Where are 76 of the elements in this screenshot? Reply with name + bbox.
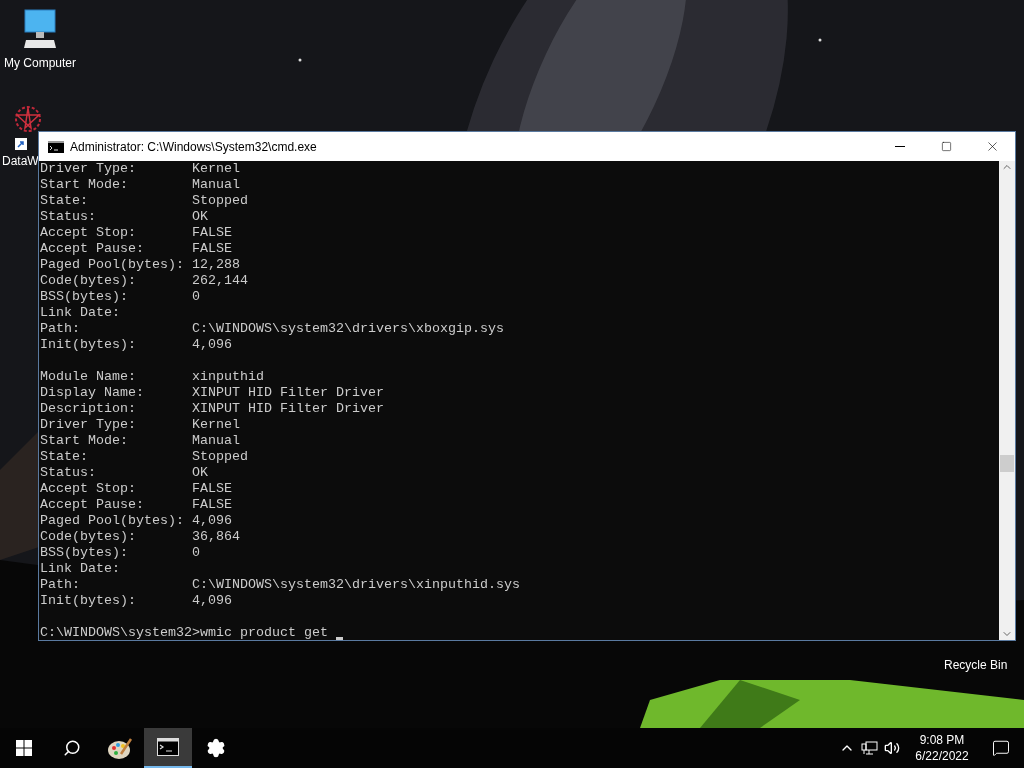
- icon-label[interactable]: DataW: [2, 152, 39, 170]
- field-value: 262,144: [192, 273, 248, 289]
- field-value: xinputhid: [192, 369, 264, 385]
- field-value: 4,096: [192, 513, 232, 529]
- field-label: Link Date:: [40, 561, 121, 577]
- console-icon: [48, 140, 64, 153]
- field-value: 4,096: [192, 593, 232, 609]
- taskbar-button[interactable]: [144, 728, 192, 768]
- field-value: C:\WINDOWS\system32\drivers\xinputhid.sys: [192, 577, 520, 593]
- speaker-icon[interactable]: [884, 740, 900, 756]
- network-icon[interactable]: [861, 741, 878, 755]
- field-value: Manual: [192, 177, 240, 193]
- field-value: OK: [192, 465, 208, 481]
- field-value: FALSE: [192, 241, 232, 257]
- field-value: C:\WINDOWS\system32\drivers\xboxgip.sys: [192, 321, 504, 337]
- field-value: 0: [192, 289, 200, 305]
- field-label: Start Mode:: [40, 433, 129, 449]
- field-value: 0: [192, 545, 200, 561]
- field-label: Paged Pool(bytes):: [40, 257, 185, 273]
- field-label: Module Name:: [40, 369, 137, 385]
- field-label: State:: [40, 449, 89, 465]
- field-label: State:: [40, 193, 89, 209]
- field-label: Path:: [40, 321, 81, 337]
- field-value: FALSE: [192, 225, 232, 241]
- field-label: Paged Pool(bytes):: [40, 513, 185, 529]
- console-icon: [157, 738, 179, 756]
- field-value: Kernel: [192, 161, 240, 177]
- field-label: Init(bytes):: [40, 593, 137, 609]
- field-label: Description:: [40, 401, 137, 417]
- icon-label[interactable]: My Computer: [4, 54, 76, 72]
- text-cursor: [335, 637, 343, 640]
- search-icon: [63, 739, 81, 757]
- scroll-thumb[interactable]: [1000, 455, 1014, 472]
- field-value: FALSE: [192, 481, 232, 497]
- computer-icon[interactable]: [22, 8, 58, 50]
- starburst-icon[interactable]: [15, 106, 41, 152]
- clock-date[interactable]: 6/22/2022: [915, 748, 969, 764]
- field-label: Driver Type:: [40, 161, 137, 177]
- field-label: Driver Type:: [40, 417, 137, 433]
- field-label: Code(bytes):: [40, 273, 137, 289]
- field-value: FALSE: [192, 497, 232, 513]
- field-value: Stopped: [192, 193, 248, 209]
- palette-icon: [107, 736, 133, 760]
- field-label: Display Name:: [40, 385, 145, 401]
- field-label: Status:: [40, 209, 97, 225]
- field-label: Init(bytes):: [40, 337, 137, 353]
- minimize-icon: [895, 146, 905, 147]
- field-value: XINPUT HID Filter Driver: [192, 401, 384, 417]
- gear-icon: [206, 738, 226, 758]
- field-value: XINPUT HID Filter Driver: [192, 385, 384, 401]
- scrollbar[interactable]: [999, 161, 1015, 640]
- field-label: Accept Stop:: [40, 225, 137, 241]
- field-label: Accept Pause:: [40, 241, 145, 257]
- speech-bubble-icon: [992, 739, 1010, 757]
- field-value: 36,864: [192, 529, 240, 545]
- clock-time[interactable]: 9:08 PM: [919, 732, 965, 748]
- field-label: BSS(bytes):: [40, 545, 129, 561]
- field-value: Stopped: [192, 449, 248, 465]
- field-label: BSS(bytes):: [40, 289, 129, 305]
- field-label: Link Date:: [40, 305, 121, 321]
- field-label: Code(bytes):: [40, 529, 137, 545]
- field-value: 12,288: [192, 257, 240, 273]
- field-label: Path:: [40, 577, 81, 593]
- field-label: Accept Stop:: [40, 481, 137, 497]
- maximize-icon: [940, 141, 952, 152]
- windows-logo-icon: [16, 740, 32, 756]
- field-label: Start Mode:: [40, 177, 129, 193]
- field-value: 4,096: [192, 337, 232, 353]
- command-prompt[interactable]: C:\WINDOWS\system32>wmic product get: [40, 625, 328, 640]
- field-value: Manual: [192, 433, 240, 449]
- field-value: Kernel: [192, 417, 240, 433]
- field-value: OK: [192, 209, 208, 225]
- field-label: Status:: [40, 465, 97, 481]
- field-label: Accept Pause:: [40, 497, 145, 513]
- window-title: Administrator: C:\Windows\System32\cmd.exe: [70, 138, 317, 156]
- icon-label[interactable]: Recycle Bin: [944, 658, 1008, 672]
